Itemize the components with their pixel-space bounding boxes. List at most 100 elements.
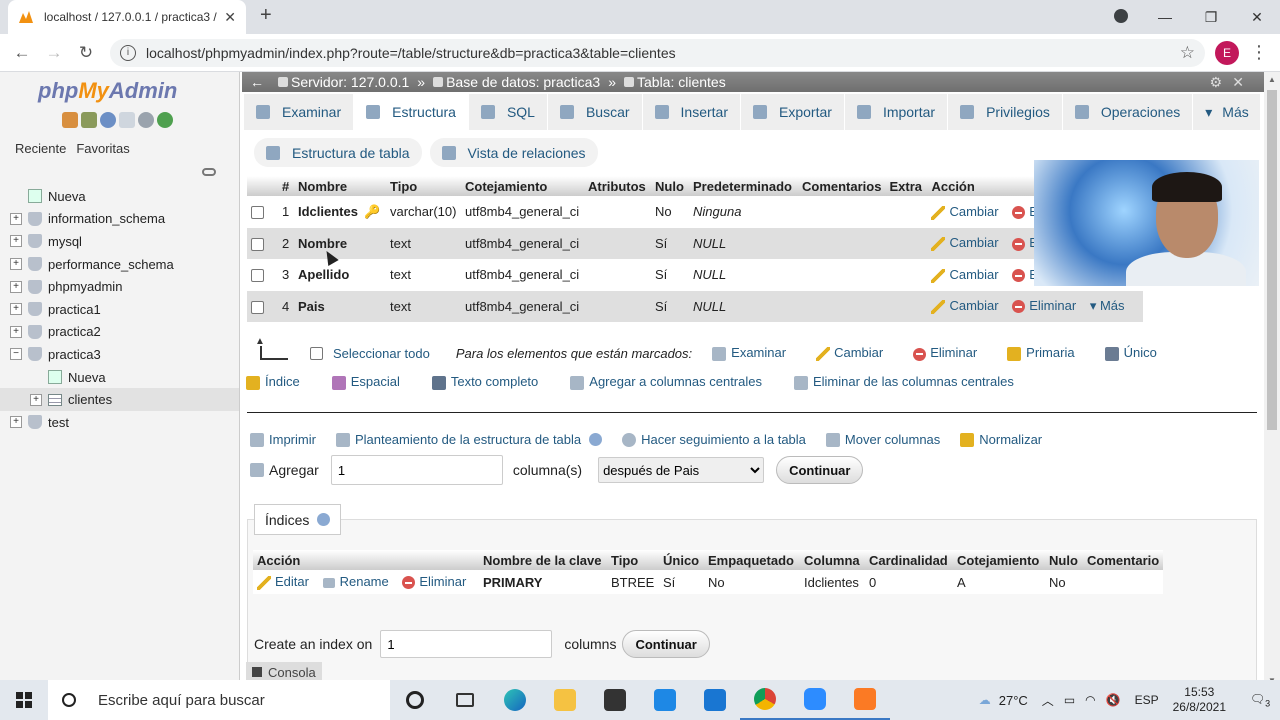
collapse-icon[interactable]: − [10,348,22,361]
tree-item-practica2[interactable]: + practica2 [0,321,239,344]
expand-icon[interactable]: + [10,416,22,429]
tree-item-mysql[interactable]: + mysql [0,230,239,253]
weather-temperature[interactable]: 27°C [999,693,1028,708]
expand-icon[interactable]: + [10,212,22,225]
bulk-delete-button[interactable]: Eliminar [913,345,977,361]
reload-icon[interactable]: ↻ [70,43,102,63]
mail-icon[interactable] [690,680,740,720]
tab-privilegios[interactable]: Privilegios [948,94,1063,130]
browser-tab[interactable]: localhost / 127.0.0.1 / practica3 / ✕ [8,0,246,34]
volume-icon[interactable]: 🔇 [1106,693,1121,707]
minimize-button[interactable]: — [1142,0,1188,34]
row-checkbox[interactable] [251,300,264,314]
select-all-label[interactable]: Seleccionar todo [333,346,430,361]
row-checkbox[interactable] [251,269,264,283]
subtab-relations[interactable]: Vista de relaciones [429,138,598,167]
bulk-fulltext-button[interactable]: Texto completo [431,374,538,390]
tab-importar[interactable]: Importar [845,94,949,130]
tab-buscar[interactable]: Buscar [548,94,643,130]
chrome-profile-icon[interactable] [1114,9,1128,23]
help-icon[interactable] [100,112,116,128]
bulk-unique-button[interactable]: Único [1104,345,1157,361]
col-header-cotejamiento[interactable]: Cotejamiento [461,176,584,196]
cortana-icon[interactable] [390,680,440,720]
task-view-icon[interactable] [440,680,490,720]
scroll-up-arrow[interactable]: ▲ [1268,75,1276,84]
chrome-icon[interactable] [740,680,790,720]
add-columns-continue-button[interactable]: Continuar [776,456,864,484]
bulk-change-button[interactable]: Cambiar [816,345,883,361]
url-text[interactable]: localhost/phpmyadmin/index.php?route=/ta… [146,45,676,61]
breadcrumb-database[interactable]: Base de datos: practica3 [433,74,600,90]
file-explorer-icon[interactable] [540,680,590,720]
close-icon[interactable]: ✕ [1232,74,1244,91]
change-button[interactable]: Cambiar [931,235,999,252]
create-index-continue-button[interactable]: Continuar [622,630,710,658]
col-header-extra[interactable]: Extra [885,176,928,196]
edit-index-button[interactable]: Editar [257,574,309,590]
collapse-panel-icon[interactable]: ← [250,74,264,90]
tree-item-performance-schema[interactable]: + performance_schema [0,253,239,276]
bulk-index-button[interactable]: Índice [246,374,300,390]
change-button[interactable]: Cambiar [931,267,999,283]
tree-item-test[interactable]: + test [0,411,239,434]
col-header-nombre[interactable]: Nombre [294,176,386,196]
propose-structure-button[interactable]: Planteamiento de la estructura de tabla [335,432,603,447]
col-header-comentarios[interactable]: Comentarios [798,176,886,196]
recent-tab[interactable]: Reciente [10,138,71,159]
col-header-predeterminado[interactable]: Predeterminado [689,176,798,196]
tab-operaciones[interactable]: Operaciones [1063,94,1194,130]
row-checkbox[interactable] [251,206,264,220]
exit-icon[interactable] [81,112,97,128]
address-bar[interactable]: i localhost/phpmyadmin/index.php?route=/… [110,39,1205,67]
tab-examinar[interactable]: Examinar [244,94,355,130]
input-language[interactable]: ESP [1135,693,1159,707]
bulk-remove-central-button[interactable]: Eliminar de las columnas centrales [793,374,1014,390]
col-header-tipo[interactable]: Tipo [386,176,461,196]
forward-arrow-icon[interactable]: → [38,43,70,63]
track-table-button[interactable]: Hacer seguimiento a la tabla [622,432,806,447]
bulk-browse-button[interactable]: Examinar [712,345,786,361]
tab-estructura[interactable]: Estructura [354,94,469,130]
phpmyadmin-logo[interactable]: phpMyAdmin [38,78,177,104]
page-scrollbar[interactable]: ▲ ▼ [1264,72,1280,688]
tab-exportar[interactable]: Exportar [741,94,845,130]
delete-index-button[interactable]: Eliminar [402,574,466,590]
start-button[interactable] [0,680,48,720]
tree-item-clientes[interactable]: + clientes [0,388,239,411]
tree-item-practica3-new[interactable]: Nueva [0,366,239,389]
breadcrumb-server[interactable]: Servidor: 127.0.0.1 [278,74,409,90]
expand-icon[interactable]: + [10,235,22,248]
notification-center-icon[interactable]: 🗨3 [1240,692,1280,708]
xampp-icon[interactable] [840,680,890,720]
new-tab-button[interactable]: + [260,4,272,27]
clock[interactable]: 15:53 26/8/2021 [1173,685,1226,715]
settings-gear-icon[interactable]: ⚙ [1209,74,1222,91]
tab-close-icon[interactable]: ✕ [224,9,236,26]
tree-item-practica1[interactable]: + practica1 [0,298,239,321]
normalize-button[interactable]: Normalizar [960,432,1042,447]
print-button[interactable]: Imprimir [250,432,316,447]
site-info-icon[interactable]: i [120,45,136,61]
close-window-button[interactable]: ✕ [1234,0,1280,34]
bulk-add-central-button[interactable]: Agregar a columnas centrales [570,374,762,390]
scrollbar-thumb[interactable] [1267,90,1277,430]
change-button[interactable]: Cambiar [931,298,999,314]
expand-icon[interactable]: + [10,325,22,338]
wifi-icon[interactable]: ◠ [1085,693,1095,707]
create-index-count-input[interactable] [380,630,553,658]
bookmark-star-icon[interactable]: ☆ [1180,43,1195,63]
zoom-icon[interactable] [790,680,840,720]
refresh-icon[interactable] [157,112,173,128]
help-icon[interactable] [317,513,331,526]
settings-icon[interactable] [138,112,154,128]
col-header-nulo[interactable]: Nulo [651,176,689,196]
profile-avatar[interactable]: E [1215,41,1239,65]
breadcrumb-table[interactable]: Tabla: clientes [624,74,726,90]
tab-insertar[interactable]: Insertar [643,94,742,130]
chevron-up-icon[interactable]: ︿ [1042,692,1054,709]
col-header-atributos[interactable]: Atributos [584,176,651,196]
expand-icon[interactable]: + [10,303,22,316]
expand-icon[interactable]: + [10,258,22,271]
docs-icon[interactable] [119,112,135,128]
